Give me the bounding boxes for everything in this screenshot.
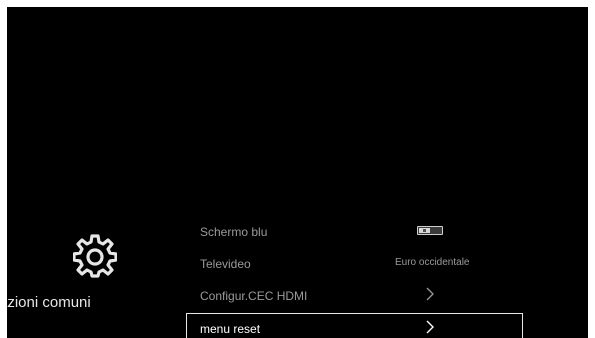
- menu-item-label: Schermo blu: [200, 225, 268, 239]
- menu-item-label: Televideo: [200, 257, 251, 271]
- category-title: azioni comuni: [7, 294, 91, 311]
- tv-screen: azioni comuni Schermo blu Televideo Euro…: [7, 7, 588, 338]
- menu-item-label: Configur.CEC HDMI: [200, 289, 308, 303]
- menu-item-value: Euro occidentale: [395, 257, 470, 268]
- toggle-knob: [419, 228, 430, 233]
- menu-item-label: menu reset: [200, 322, 261, 336]
- menu-item-menu-reset[interactable]: menu reset: [186, 313, 523, 338]
- menu-item-configur-cec-hdmi[interactable]: Configur.CEC HDMI: [187, 280, 522, 312]
- menu-item-televideo[interactable]: Televideo Euro occidentale: [187, 248, 522, 280]
- schermo-blu-toggle[interactable]: [417, 226, 443, 235]
- chevron-right-icon: [426, 287, 434, 301]
- menu-item-schermo-blu[interactable]: Schermo blu: [187, 216, 522, 248]
- settings-menu-panel: azioni comuni Schermo blu Televideo Euro…: [7, 202, 588, 338]
- chevron-right-icon: [426, 320, 434, 334]
- gear-icon: [73, 234, 117, 278]
- settings-category: azioni comuni: [7, 202, 182, 338]
- settings-list: Schermo blu Televideo Euro occidentale C…: [186, 216, 523, 338]
